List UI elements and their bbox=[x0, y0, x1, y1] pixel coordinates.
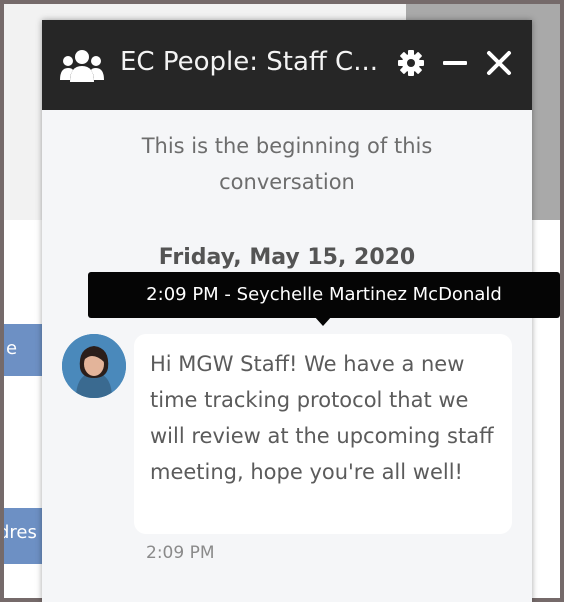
message-bubble: Hi MGW Staff! We have a new time trackin… bbox=[134, 334, 512, 534]
message-tooltip: 2:09 PM - Seychelle Martinez McDonald bbox=[88, 272, 560, 318]
chat-window: EC People: Staff C... This is the beginn… bbox=[42, 20, 560, 602]
background-chip[interactable]: dres bbox=[4, 508, 42, 564]
chat-title: EC People: Staff C... bbox=[120, 47, 376, 77]
minimize-icon[interactable] bbox=[440, 48, 470, 78]
close-icon[interactable] bbox=[484, 48, 514, 78]
conversation-start-notice: This is the beginning of this conversati… bbox=[141, 134, 433, 194]
chat-header: EC People: Staff C... bbox=[42, 20, 532, 110]
tooltip-arrow bbox=[314, 316, 332, 326]
message-timestamp: 2:09 PM bbox=[146, 543, 215, 563]
group-icon bbox=[60, 50, 104, 82]
background-chip[interactable]: e bbox=[4, 324, 42, 376]
avatar[interactable] bbox=[62, 334, 126, 398]
gear-icon[interactable] bbox=[396, 48, 426, 78]
